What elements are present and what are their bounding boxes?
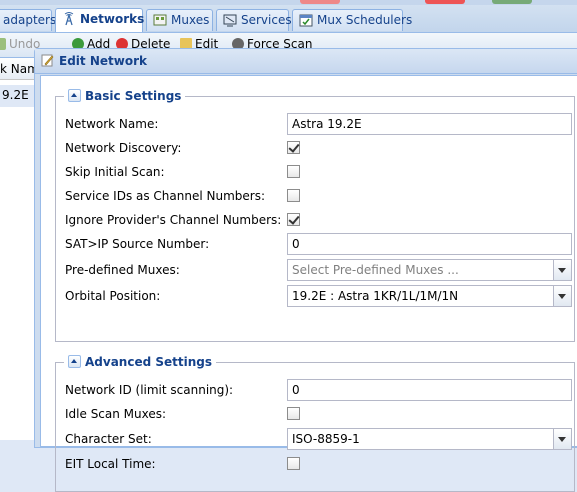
character-set-select[interactable]: ISO-8859-1 — [287, 428, 572, 450]
satip-source-input[interactable]: 0 — [287, 233, 572, 255]
idle-scan-row: Idle Scan Muxes: — [56, 403, 576, 425]
idle-scan-label: Idle Scan Muxes: — [65, 407, 167, 421]
advanced-settings-fieldset: Advanced Settings Network ID (limit scan… — [55, 355, 576, 492]
network-name-input[interactable]: Astra 19.2E — [287, 113, 572, 135]
dialog-header[interactable]: Edit Network — [35, 49, 577, 74]
tab-mux-schedulers[interactable]: Mux Schedulers — [292, 9, 412, 31]
top-tab-fragment[interactable] — [492, 0, 532, 4]
predefined-muxes-placeholder: Select Pre-defined Muxes ... — [292, 263, 459, 277]
chevron-down-icon[interactable] — [553, 429, 571, 449]
antenna-icon — [62, 12, 76, 26]
tab-networks[interactable]: Networks — [55, 8, 145, 32]
dialog-title: Edit Network — [59, 54, 147, 68]
chevron-down-icon[interactable] — [553, 260, 571, 280]
idle-scan-checkbox[interactable] — [287, 407, 300, 420]
advanced-settings-legend: Advanced Settings — [64, 355, 217, 369]
ignore-provider-row: Ignore Provider's Channel Numbers: — [56, 209, 576, 231]
skip-initial-scan-label: Skip Initial Scan: — [65, 165, 165, 179]
tab-label: Services — [241, 13, 292, 27]
tv-icon — [223, 13, 237, 27]
grid-cell: 9.2E — [2, 88, 29, 102]
collapse-toggle-icon[interactable] — [68, 89, 81, 102]
top-tab-fragment[interactable] — [425, 0, 465, 4]
orbital-position-row: Orbital Position: 19.2E : Astra 1KR/1L/1… — [56, 285, 576, 307]
edit-network-dialog: Edit Network Basic Settings Network Name… — [34, 48, 577, 492]
scheduler-icon — [299, 13, 313, 27]
basic-settings-fieldset: Basic Settings Network Name: Astra 19.2E… — [55, 89, 576, 342]
tab-label: Networks — [80, 12, 145, 26]
network-discovery-row: Network Discovery: — [56, 137, 576, 159]
ignore-provider-label: Ignore Provider's Channel Numbers: — [65, 213, 282, 227]
collapse-toggle-icon[interactable] — [68, 355, 81, 368]
character-set-value: ISO-8859-1 — [292, 432, 360, 446]
network-id-input[interactable]: 0 — [287, 379, 572, 401]
skip-initial-scan-row: Skip Initial Scan: — [56, 161, 576, 183]
satip-source-row: SAT>IP Source Number: 0 — [56, 233, 576, 255]
edit-icon — [41, 54, 54, 67]
tab-adapters[interactable]: adapters — [0, 9, 56, 31]
predefined-muxes-label: Pre-defined Muxes: — [65, 263, 180, 277]
tab-label: Mux Schedulers — [317, 13, 413, 27]
eit-local-time-row: EIT Local Time: — [56, 453, 576, 475]
character-set-row: Character Set: ISO-8859-1 — [56, 428, 576, 450]
predefined-muxes-select[interactable]: Select Pre-defined Muxes ... — [287, 259, 572, 281]
tab-label: adapters — [3, 13, 57, 27]
tab-muxes[interactable]: Muxes — [146, 9, 213, 31]
dialog-body: Basic Settings Network Name: Astra 19.2E… — [40, 75, 577, 492]
network-id-row: Network ID (limit scanning): 0 — [56, 379, 576, 401]
tab-services[interactable]: Services — [216, 9, 292, 31]
service-ids-label: Service IDs as Channel Numbers: — [65, 189, 266, 203]
legend-label: Advanced Settings — [85, 355, 213, 369]
network-discovery-checkbox[interactable] — [287, 141, 300, 154]
network-name-row: Network Name: Astra 19.2E — [56, 113, 576, 135]
basic-settings-legend: Basic Settings — [64, 89, 186, 103]
service-ids-checkbox[interactable] — [287, 189, 300, 202]
network-name-label: Network Name: — [65, 117, 159, 131]
orbital-position-value: 19.2E : Astra 1KR/1L/1M/1N — [292, 289, 459, 303]
network-discovery-label: Network Discovery: — [65, 141, 182, 155]
satip-source-label: SAT>IP Source Number: — [65, 237, 210, 251]
predefined-muxes-row: Pre-defined Muxes: Select Pre-defined Mu… — [56, 259, 576, 281]
top-tab-fragment[interactable] — [300, 0, 340, 4]
eit-local-time-checkbox[interactable] — [287, 457, 300, 470]
tab-bar: adapters Networks Muxes Services Mux Sch… — [0, 5, 577, 33]
tab-label: Muxes — [171, 13, 210, 27]
orbital-position-label: Orbital Position: — [65, 289, 161, 303]
character-set-label: Character Set: — [65, 432, 152, 446]
skip-initial-scan-checkbox[interactable] — [287, 165, 300, 178]
ignore-provider-checkbox[interactable] — [287, 213, 300, 226]
service-ids-row: Service IDs as Channel Numbers: — [56, 185, 576, 207]
network-id-label: Network ID (limit scanning): — [65, 383, 234, 397]
mux-icon — [153, 13, 167, 27]
orbital-position-select[interactable]: 19.2E : Astra 1KR/1L/1M/1N — [287, 285, 572, 307]
chevron-down-icon[interactable] — [553, 286, 571, 306]
undo-icon — [0, 38, 6, 50]
legend-label: Basic Settings — [85, 89, 182, 103]
eit-local-time-label: EIT Local Time: — [65, 457, 156, 471]
